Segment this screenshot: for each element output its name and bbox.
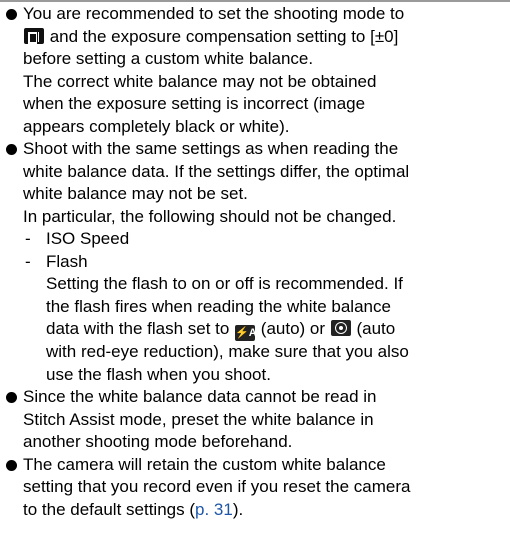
text-line: white balance data. If the settings diff…	[23, 161, 410, 181]
text-fragment: (auto) or	[256, 319, 330, 338]
text-line: The correct white balance may not be obt…	[23, 71, 377, 91]
text-fragment: to the default settings (	[23, 499, 195, 519]
manual-mode-icon	[24, 27, 44, 44]
notes-list: You are recommended to set the shooting …	[2, 3, 508, 521]
sub-item-iso-speed: - ISO Speed	[23, 228, 508, 251]
manual-page: You are recommended to set the shooting …	[0, 0, 510, 555]
top-divider	[0, 0, 510, 2]
text-line: Setting the flash to on or off is recomm…	[46, 274, 403, 293]
text-line: ISO Speed	[46, 229, 130, 248]
text-line: white balance may not be set.	[23, 184, 248, 203]
page-reference-link[interactable]: p. 31	[195, 500, 233, 519]
bullet	[6, 392, 17, 403]
text-line: The camera will retain the custom white …	[23, 454, 386, 474]
bullet	[6, 9, 17, 20]
text-line: Since the white balance data cannot be r…	[23, 387, 377, 406]
text-line: Flash	[46, 251, 88, 271]
note-item-exposure: You are recommended to set the shooting …	[2, 3, 508, 138]
bullet	[6, 144, 17, 155]
dash: -	[25, 229, 31, 248]
text-line: data with the flash set to ⚡A (auto) or …	[46, 318, 508, 341]
note-item-same-settings: Shoot with the same settings as when rea…	[2, 138, 508, 386]
text-line: another shooting mode beforehand.	[23, 432, 293, 451]
text-line: before setting a custom white balance.	[23, 49, 314, 68]
text-line: and the exposure compensation setting to…	[23, 26, 508, 49]
text-fragment: ).	[232, 499, 244, 519]
text-line: You are recommended to set the shooting …	[23, 4, 405, 23]
dash: -	[25, 251, 31, 271]
text-line: Shoot with the same settings as when rea…	[23, 139, 399, 158]
text-fragment: and the exposure compensation setting to…	[45, 26, 399, 46]
text-line: use the flash when you shoot.	[46, 364, 271, 384]
bullet	[6, 459, 17, 471]
flash-auto-icon: ⚡A	[235, 325, 257, 341]
sub-item-flash: - Flash Setting the flash to on or off i…	[23, 251, 508, 387]
note-item-stitch-assist: Since the white balance data cannot be r…	[2, 386, 508, 454]
text-line: setting that you record even if you rese…	[23, 477, 411, 496]
text-line: the flash fires when reading the white b…	[46, 296, 391, 316]
text-line: when the exposure setting is incorrect (…	[23, 94, 366, 113]
text-line: appears completely black or white).	[23, 116, 290, 136]
text-line: to the default settings (p. 31).	[23, 499, 508, 522]
text-line: In particular, the following should not …	[23, 206, 397, 226]
text-fragment: data with the flash set to	[46, 319, 235, 338]
text-fragment: (auto	[351, 319, 396, 338]
text-line: Stitch Assist mode, preset the white bal…	[23, 409, 374, 429]
red-eye-reduction-icon	[330, 320, 351, 336]
text-line: with red-eye reduction), make sure that …	[46, 342, 409, 361]
note-item-retain-setting: The camera will retain the custom white …	[2, 454, 508, 522]
